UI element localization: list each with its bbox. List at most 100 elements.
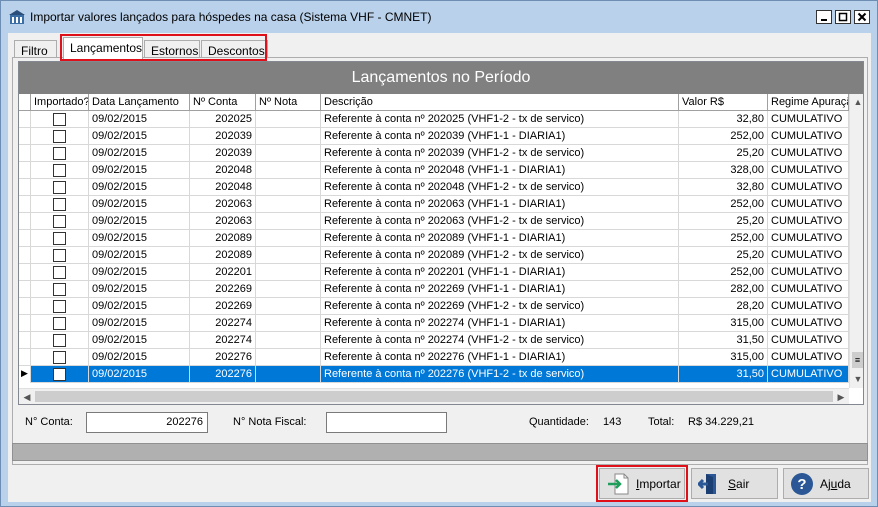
- sair-button[interactable]: Sair: [691, 468, 778, 499]
- table-row[interactable]: 09/02/2015 202039 Referente à conta nº 202…: [19, 145, 849, 162]
- importado-checkbox[interactable]: [53, 215, 66, 228]
- tab-strip: Filtro Lançamentos Estornos Descontos: [14, 34, 874, 61]
- cell-descricao: Referente à conta nº 202039 (VHF1-2 - tx…: [321, 145, 679, 162]
- importado-cell: [31, 111, 89, 128]
- importado-checkbox[interactable]: [53, 266, 66, 279]
- cell-conta: 202269: [190, 298, 256, 315]
- cell-nota: [256, 213, 321, 230]
- column-header-nota[interactable]: Nº Nota: [256, 94, 321, 111]
- table-row[interactable]: 09/02/2015 202089 Referente à conta nº 202…: [19, 247, 849, 264]
- row-indicator: [19, 349, 31, 366]
- column-header-conta[interactable]: Nº Conta: [190, 94, 256, 111]
- table-row[interactable]: 09/02/2015 202201 Referente à conta nº 202…: [19, 264, 849, 281]
- cell-data: 09/02/2015: [89, 332, 190, 349]
- scroll-up-icon[interactable]: ▲: [850, 94, 863, 110]
- table-row[interactable]: 09/02/2015 202048 Referente à conta nº 202…: [19, 179, 849, 196]
- importado-checkbox[interactable]: [53, 232, 66, 245]
- table-row[interactable]: ▶ 09/02/2015 202276 Referente à conta nº 20…: [19, 366, 849, 383]
- column-header-descricao[interactable]: Descrição: [321, 94, 679, 111]
- cell-regime: CUMULATIVO: [768, 247, 849, 264]
- table-row[interactable]: 09/02/2015 202269 Referente à conta nº 202…: [19, 298, 849, 315]
- cell-data: 09/02/2015: [89, 315, 190, 332]
- importado-checkbox[interactable]: [53, 130, 66, 143]
- cell-conta: 202274: [190, 315, 256, 332]
- importado-checkbox[interactable]: [53, 300, 66, 313]
- column-header-data[interactable]: Data Lançamento: [89, 94, 190, 111]
- scroll-left-icon[interactable]: ◀: [19, 389, 35, 404]
- scroll-right-icon[interactable]: ▶: [833, 389, 849, 404]
- row-indicator: ▶: [19, 366, 31, 383]
- cell-regime: CUMULATIVO: [768, 128, 849, 145]
- importado-cell: [31, 128, 89, 145]
- nota-fiscal-label: N° Nota Fiscal:: [233, 416, 307, 428]
- table-row[interactable]: 09/02/2015 202276 Referente à conta nº 202…: [19, 349, 849, 366]
- cell-data: 09/02/2015: [89, 349, 190, 366]
- table-row[interactable]: 09/02/2015 202274 Referente à conta nº 202…: [19, 332, 849, 349]
- row-indicator: [19, 145, 31, 162]
- importar-button[interactable]: Importar: [599, 468, 685, 499]
- table-row[interactable]: 09/02/2015 202274 Referente à conta nº 202…: [19, 315, 849, 332]
- row-indicator: [19, 111, 31, 128]
- table-row[interactable]: 09/02/2015 202089 Referente à conta nº 202…: [19, 230, 849, 247]
- importado-checkbox[interactable]: [53, 249, 66, 262]
- scroll-thumb-icon[interactable]: ≡: [852, 352, 863, 368]
- column-header-regime[interactable]: Regime Apuraçã: [768, 94, 849, 111]
- importado-checkbox[interactable]: [53, 351, 66, 364]
- tab-lancamentos[interactable]: Lançamentos: [63, 37, 143, 60]
- importado-checkbox[interactable]: [53, 368, 66, 381]
- importado-cell: [31, 230, 89, 247]
- table-row[interactable]: 09/02/2015 202063 Referente à conta nº 202…: [19, 196, 849, 213]
- table-row[interactable]: 09/02/2015 202269 Referente à conta nº 202…: [19, 281, 849, 298]
- importado-cell: [31, 145, 89, 162]
- importado-checkbox[interactable]: [53, 283, 66, 296]
- minimize-button[interactable]: [816, 10, 832, 24]
- close-icon: [857, 12, 867, 22]
- conta-field[interactable]: 202276: [86, 412, 208, 433]
- cell-valor: 31,50: [679, 332, 768, 349]
- lancamentos-grid[interactable]: Lançamentos no Período Importado? Data L…: [18, 61, 864, 405]
- importado-checkbox[interactable]: [53, 164, 66, 177]
- cell-data: 09/02/2015: [89, 281, 190, 298]
- cell-regime: CUMULATIVO: [768, 349, 849, 366]
- table-row[interactable]: 09/02/2015 202048 Referente à conta nº 202…: [19, 162, 849, 179]
- hscroll-thumb[interactable]: [35, 391, 833, 402]
- importado-cell: [31, 247, 89, 264]
- cell-valor: 328,00: [679, 162, 768, 179]
- close-button[interactable]: [854, 10, 870, 24]
- importado-cell: [31, 162, 89, 179]
- title-bar: Importar valores lançados para hóspedes …: [1, 1, 877, 33]
- cell-nota: [256, 196, 321, 213]
- cell-data: 09/02/2015: [89, 230, 190, 247]
- importado-cell: [31, 315, 89, 332]
- importado-checkbox[interactable]: [53, 181, 66, 194]
- window-client: Filtro Lançamentos Estornos Descontos La…: [8, 33, 871, 502]
- table-row[interactable]: 09/02/2015 202039 Referente à conta nº 202…: [19, 128, 849, 145]
- horizontal-scrollbar[interactable]: ◀ ▶: [19, 388, 849, 404]
- vertical-scrollbar[interactable]: ▲ ≡ ▼: [849, 94, 863, 388]
- ajuda-button[interactable]: ? Ajuda: [783, 468, 869, 499]
- cell-descricao: Referente à conta nº 202201 (VHF1-1 - DI…: [321, 264, 679, 281]
- column-header-valor[interactable]: Valor R$: [679, 94, 768, 111]
- window-title: Importar valores lançados para hóspedes …: [30, 10, 432, 24]
- cell-regime: CUMULATIVO: [768, 298, 849, 315]
- importado-checkbox[interactable]: [53, 198, 66, 211]
- cell-descricao: Referente à conta nº 202048 (VHF1-2 - tx…: [321, 179, 679, 196]
- importado-checkbox[interactable]: [53, 317, 66, 330]
- importado-checkbox[interactable]: [53, 113, 66, 126]
- column-header-importado[interactable]: Importado?: [31, 94, 89, 111]
- cell-descricao: Referente à conta nº 202063 (VHF1-1 - DI…: [321, 196, 679, 213]
- cell-nota: [256, 281, 321, 298]
- nota-fiscal-field[interactable]: [326, 412, 447, 433]
- cell-nota: [256, 366, 321, 383]
- maximize-button[interactable]: [835, 10, 851, 24]
- cell-descricao: Referente à conta nº 202063 (VHF1-2 - tx…: [321, 213, 679, 230]
- table-row[interactable]: 09/02/2015 202063 Referente à conta nº 202…: [19, 213, 849, 230]
- cell-conta: 202201: [190, 264, 256, 281]
- scroll-down-icon[interactable]: ▼: [850, 371, 863, 387]
- importado-checkbox[interactable]: [53, 147, 66, 160]
- table-row[interactable]: 09/02/2015 202025 Referente à conta nº 202…: [19, 111, 849, 128]
- cell-valor: 32,80: [679, 179, 768, 196]
- row-indicator: [19, 332, 31, 349]
- importado-checkbox[interactable]: [53, 334, 66, 347]
- cell-descricao: Referente à conta nº 202274 (VHF1-2 - tx…: [321, 332, 679, 349]
